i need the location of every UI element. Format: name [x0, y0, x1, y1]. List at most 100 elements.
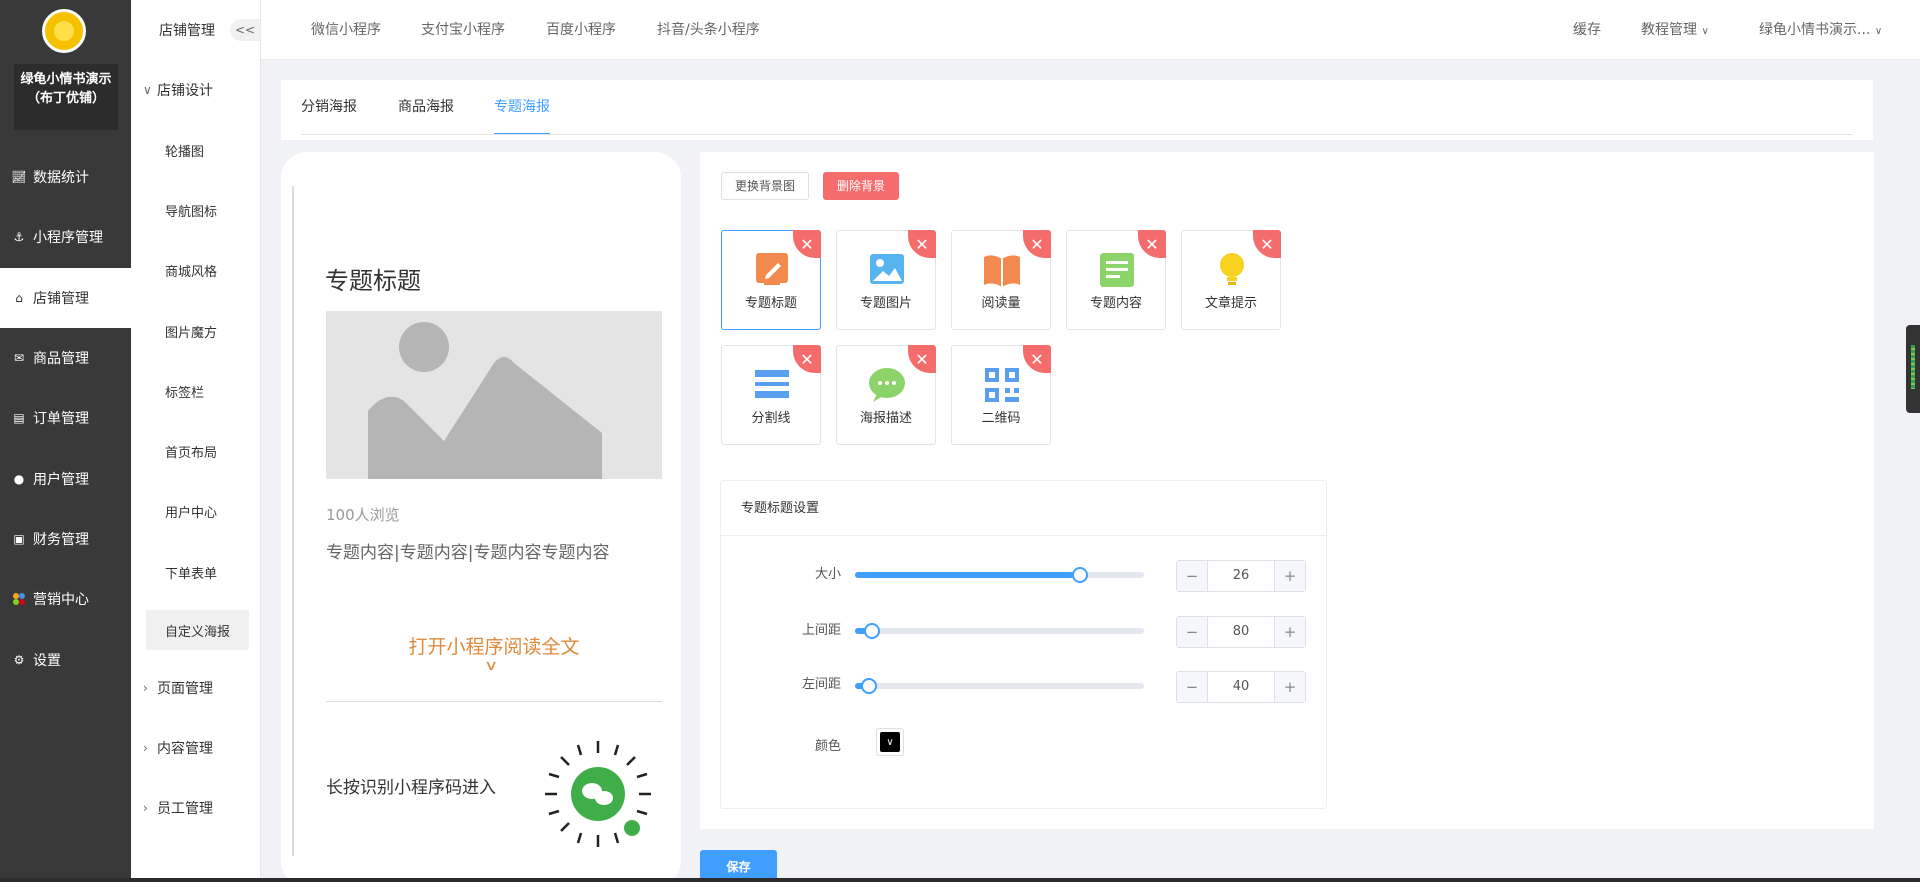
- bottom-bar: [0, 878, 1920, 882]
- subnav-group-content[interactable]: › 内容管理: [131, 718, 260, 778]
- menu-item-goods[interactable]: ✉︎ 商品管理: [0, 328, 131, 388]
- menu-item-store[interactable]: ⌂ 店铺管理: [0, 267, 131, 328]
- cache-button[interactable]: 缓存: [1573, 0, 1601, 60]
- group-label: 内容管理: [157, 741, 213, 758]
- poster-read-count[interactable]: 100人浏览: [326, 504, 400, 525]
- component-qrcode[interactable]: 二维码 ✕: [951, 345, 1051, 445]
- tutorial-menu[interactable]: 教程管理 ∨: [1641, 0, 1709, 60]
- subnav-item-custom-poster[interactable]: 自定义海报: [146, 610, 249, 651]
- tab-distribution-poster[interactable]: 分销海报: [301, 80, 357, 135]
- top-margin-slider[interactable]: [855, 623, 1144, 639]
- poster-image-placeholder[interactable]: [326, 311, 662, 479]
- poster-title[interactable]: 专题标题: [325, 261, 421, 296]
- component-label: 文章提示: [1204, 296, 1257, 311]
- menu-item-finance[interactable]: ▣ 财务管理: [0, 509, 131, 569]
- subnav-item-tabbar[interactable]: 标签栏: [131, 361, 260, 421]
- minus-icon[interactable]: −: [1177, 617, 1208, 647]
- account-menu[interactable]: 绿龟小情书演示... ∨: [1759, 0, 1882, 60]
- menu-item-miniprogram[interactable]: ⚓︎ 小程序管理: [0, 207, 131, 267]
- plus-icon[interactable]: +: [1274, 617, 1305, 647]
- size-slider[interactable]: [855, 567, 1144, 583]
- close-icon[interactable]: ✕: [1023, 345, 1051, 373]
- minus-icon[interactable]: −: [1177, 561, 1208, 591]
- close-icon[interactable]: ✕: [793, 345, 821, 373]
- tab-goods-poster[interactable]: 商品海报: [398, 80, 454, 135]
- marketing-icon: [12, 592, 26, 606]
- delete-background-button[interactable]: 删除背景: [823, 172, 900, 200]
- top-margin-label: 上间距: [801, 623, 841, 638]
- top-margin-stepper[interactable]: − 80 +: [1176, 616, 1306, 648]
- menu-item-users[interactable]: ● 用户管理: [0, 448, 131, 508]
- subnav-item-nav-icons[interactable]: 导航图标: [131, 180, 260, 240]
- tab-topic-poster[interactable]: 专题海报: [494, 80, 550, 135]
- subnav-item-image-cube[interactable]: 图片魔方: [131, 301, 260, 361]
- color-swatch: ∨: [880, 732, 900, 752]
- close-icon[interactable]: ✕: [908, 345, 936, 373]
- component-label: 专题内容: [1089, 296, 1142, 311]
- component-poster-desc[interactable]: 海报描述 ✕: [836, 345, 936, 445]
- close-icon[interactable]: ✕: [793, 230, 821, 258]
- store-name: 绿龟小情书演示（布丁优铺）: [14, 64, 118, 130]
- size-value[interactable]: 26: [1208, 561, 1274, 591]
- poster-divider[interactable]: [326, 701, 662, 702]
- poster-type-tabs: 分销海报 商品海报 专题海报: [281, 80, 1873, 140]
- subnav-item-user-center[interactable]: 用户中心: [131, 482, 260, 542]
- poster-content[interactable]: 专题内容|专题内容|专题内容专题内容: [326, 541, 662, 565]
- subnav-item-banner[interactable]: 轮播图: [131, 120, 260, 180]
- component-topic-content[interactable]: 专题内容 ✕: [1066, 230, 1166, 330]
- left-margin-stepper[interactable]: − 40 +: [1176, 671, 1306, 703]
- minus-icon[interactable]: −: [1177, 672, 1208, 702]
- component-divider[interactable]: 分割线 ✕: [721, 345, 821, 445]
- collapse-button[interactable]: <<: [230, 19, 260, 41]
- component-article-hint[interactable]: 文章提示 ✕: [1181, 230, 1281, 330]
- tab-baidu-miniprogram[interactable]: 百度小程序: [546, 0, 616, 60]
- component-label: 二维码: [981, 411, 1021, 426]
- menu-item-settings[interactable]: ⚙︎ 设置: [0, 629, 131, 689]
- left-margin-value[interactable]: 40: [1208, 672, 1274, 702]
- color-picker[interactable]: ∨: [876, 728, 904, 756]
- component-label: 海报描述: [859, 411, 912, 426]
- menu-item-marketing[interactable]: 营销中心: [0, 569, 131, 629]
- subnav-item-home-layout[interactable]: 首页布局: [131, 421, 260, 481]
- component-topic-image[interactable]: 专题图片 ✕: [836, 230, 936, 330]
- tab-alipay-miniprogram[interactable]: 支付宝小程序: [421, 0, 505, 60]
- menu-label: 数据统计: [33, 170, 89, 187]
- poster-scan-text[interactable]: 长按识别小程序码进入: [326, 773, 496, 798]
- close-icon[interactable]: ✕: [1023, 230, 1051, 258]
- slider-handle[interactable]: [864, 623, 881, 639]
- left-margin-slider[interactable]: [855, 678, 1144, 694]
- close-icon[interactable]: ✕: [1253, 230, 1281, 258]
- component-label: 专题标题: [744, 296, 797, 311]
- subnav-item-order-form[interactable]: 下单表单: [131, 542, 260, 602]
- change-background-button[interactable]: 更换背景图: [721, 172, 810, 200]
- chat-icon: [869, 368, 905, 402]
- plus-icon[interactable]: +: [1274, 561, 1305, 591]
- component-read-count[interactable]: 阅读量 ✕: [951, 230, 1051, 330]
- top-margin-value[interactable]: 80: [1208, 617, 1274, 647]
- account-label: 绿龟小情书演示...: [1759, 22, 1871, 38]
- menu-item-orders[interactable]: ▤ 订单管理: [0, 388, 131, 448]
- bulb-icon: [1220, 253, 1244, 285]
- slider-handle[interactable]: [1072, 567, 1089, 583]
- subnav-group-staff[interactable]: › 员工管理: [131, 778, 260, 838]
- qrcode-icon: [545, 741, 651, 847]
- plus-icon[interactable]: +: [1274, 672, 1305, 702]
- title-settings-panel: 专题标题设置 大小 − 26 + 上间距 − 80 + 左间距 − 40 + 颜…: [720, 480, 1327, 809]
- component-topic-title[interactable]: 专题标题 ✕: [721, 230, 821, 330]
- page-scrollbar[interactable]: [1906, 60, 1920, 882]
- close-icon[interactable]: ✕: [1138, 230, 1166, 258]
- chevron-down-icon: ∨: [1874, 26, 1883, 37]
- subnav-group-store-design[interactable]: ∨ 店铺设计: [131, 60, 260, 120]
- slider-handle[interactable]: [861, 678, 878, 694]
- side-widget[interactable]: [1906, 325, 1920, 413]
- envelope-icon: ✉︎: [13, 351, 25, 366]
- menu-item-data-stats[interactable]: 📈︎ 数据统计: [0, 147, 131, 207]
- mini-program-code[interactable]: [543, 739, 653, 849]
- subnav-group-pages[interactable]: › 页面管理: [131, 658, 260, 718]
- close-icon[interactable]: ✕: [908, 230, 936, 258]
- tab-douyin-miniprogram[interactable]: 抖音/头条小程序: [657, 0, 760, 60]
- tab-wechat-miniprogram[interactable]: 微信小程序: [311, 0, 381, 60]
- size-label: 大小: [814, 567, 841, 582]
- size-stepper[interactable]: − 26 +: [1176, 560, 1306, 592]
- subnav-item-mall-style[interactable]: 商城风格: [131, 241, 260, 301]
